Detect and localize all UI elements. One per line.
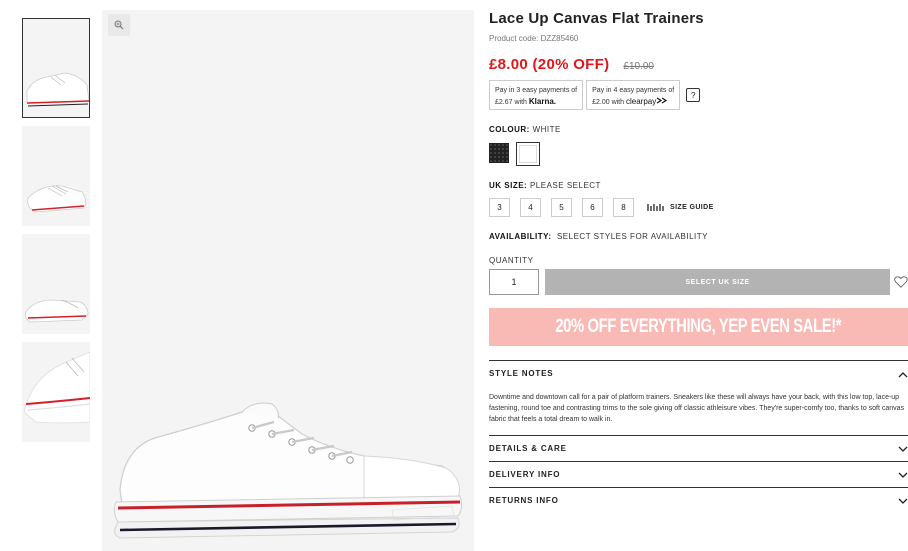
swatch-white[interactable] (516, 142, 540, 166)
quantity-row: SELECT UK SIZE (489, 269, 908, 295)
promo-banner[interactable]: 20% OFF EVERYTHING, YEP EVEN SALE!* (489, 308, 908, 346)
magnifier-icon (114, 20, 124, 30)
klarna-line2: £2.67 with Klarna. (495, 96, 577, 108)
chevron-down-icon (898, 446, 908, 452)
accordion-style-notes: STYLE NOTES (489, 360, 908, 386)
size-option-8[interactable]: 8 (613, 198, 634, 217)
size-label: UK SIZE: PLEASE SELECT (489, 181, 908, 190)
colour-label: COLOUR: WHITE (489, 125, 908, 134)
promo-text: 20% OFF EVERYTHING, YEP EVEN SALE!* (555, 316, 842, 337)
delivery-title: DELIVERY INFO (489, 470, 561, 479)
klarna-line1: Pay in 3 easy payments of (495, 87, 578, 94)
size-option-3[interactable]: 3 (489, 198, 510, 217)
clearpay-box[interactable]: Pay in 4 easy payments of £2.00 with cle… (586, 80, 681, 110)
size-option-6[interactable]: 6 (582, 198, 603, 217)
size-option-4[interactable]: 4 (520, 198, 541, 217)
thumbnail-2[interactable] (22, 126, 90, 226)
chevron-up-icon (898, 371, 908, 377)
product-info: Lace Up Canvas Flat Trainers Product cod… (489, 10, 908, 513)
thumbnail-3[interactable] (22, 234, 90, 334)
quantity-input[interactable] (489, 269, 539, 295)
accordion-details: DETAILS & CARE (489, 435, 908, 461)
payment-options: Pay in 3 easy payments of £2.67 with Kla… (489, 80, 908, 110)
colour-swatches (489, 142, 908, 166)
thumbnail-list (22, 18, 90, 450)
price-row: £8.00 (20% OFF) £10.00 (489, 56, 908, 73)
select-size-button[interactable]: SELECT UK SIZE (545, 269, 891, 295)
availability-label: AVAILABILITY: (489, 232, 552, 241)
main-product-image[interactable] (102, 10, 474, 551)
wishlist-button[interactable] (894, 269, 908, 295)
klarna-logo: Klarna. (528, 97, 556, 106)
details-title: DETAILS & CARE (489, 444, 567, 453)
klarna-box[interactable]: Pay in 3 easy payments of £2.67 with Kla… (489, 80, 584, 110)
style-notes-body: Downtime and downtown call for a pair of… (489, 394, 905, 423)
colour-value: WHITE (532, 125, 561, 134)
product-title: Lace Up Canvas Flat Trainers (489, 10, 704, 27)
payment-help-button[interactable]: ? (686, 88, 701, 102)
availability-value: SELECT STYLES FOR AVAILABILITY (556, 232, 709, 241)
accordion-returns: RETURNS INFO (489, 487, 908, 513)
heart-icon (894, 276, 908, 288)
style-notes-title: STYLE NOTES (489, 369, 554, 378)
clearpay-line2: £2.00 with clearpay (592, 96, 674, 108)
returns-title: RETURNS INFO (489, 496, 559, 505)
size-option-5[interactable]: 5 (551, 198, 572, 217)
size-guide-label: SIZE GUIDE (670, 204, 714, 211)
clearpay-logo: clearpay (625, 97, 657, 106)
quantity-label: QUANTITY (489, 256, 534, 265)
details-header[interactable]: DETAILS & CARE (489, 436, 908, 461)
clearpay-line1: Pay in 4 easy payments of (592, 87, 675, 94)
thumbnail-4[interactable] (22, 342, 90, 442)
swatch-black[interactable] (489, 143, 509, 163)
delivery-header[interactable]: DELIVERY INFO (489, 462, 908, 487)
was-price: £10.00 (623, 61, 654, 72)
returns-header[interactable]: RETURNS INFO (489, 488, 908, 513)
chevron-down-icon (898, 472, 908, 478)
size-label-key: UK SIZE: (489, 181, 528, 190)
size-value: PLEASE SELECT (529, 181, 601, 190)
sale-price: £8.00 (20% OFF) (489, 56, 610, 73)
chevron-down-icon (898, 498, 908, 504)
thumbnail-1[interactable] (22, 18, 90, 118)
accordion-delivery: DELIVERY INFO (489, 461, 908, 487)
product-code: Product code: DZZ85460 (489, 34, 579, 43)
colour-label-key: COLOUR: (489, 125, 530, 134)
ruler-icon (647, 204, 664, 211)
shoe-image (113, 402, 463, 539)
swatch-white-fill (519, 145, 537, 163)
klarna-amount: £2.67 with (495, 99, 527, 106)
style-notes-header[interactable]: STYLE NOTES (489, 361, 908, 386)
clearpay-arrows-icon (656, 97, 668, 104)
availability: AVAILABILITY: SELECT STYLES FOR AVAILABI… (489, 232, 908, 241)
size-guide-link[interactable]: SIZE GUIDE (647, 203, 714, 212)
zoom-button[interactable] (108, 14, 130, 36)
size-options: 3 4 5 6 8 SIZE GUIDE (489, 198, 908, 217)
clearpay-amount: £2.00 with (592, 99, 625, 106)
